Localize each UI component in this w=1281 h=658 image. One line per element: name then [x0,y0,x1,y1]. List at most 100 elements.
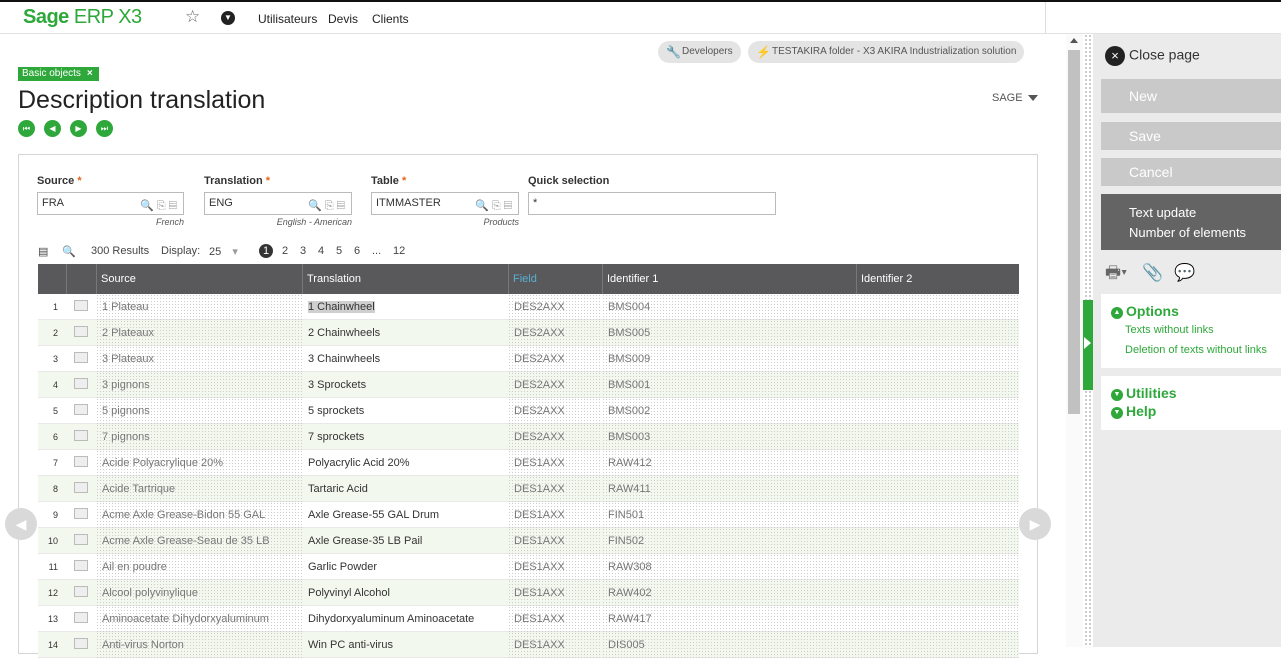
row-detail-icon[interactable] [74,482,88,493]
cell-translation[interactable]: Polyvinyl Alcohol [308,587,390,599]
table-row[interactable]: 1 1 Plateau 1 Chainwheel DES2AXX BMS004 [38,294,1019,320]
col-identifier-1[interactable]: Identifier 1 [607,273,658,285]
prev-page-arrow[interactable]: ◀ [5,508,37,540]
basic-objects-tag[interactable]: Basic objects × [18,67,99,81]
previous-record-button[interactable]: ◀ [44,120,61,137]
number-of-elements-button[interactable]: Number of elements [1129,223,1281,243]
row-detail-icon[interactable] [74,430,88,441]
table-row[interactable]: 11 Ail en poudre Garlic Powder DES1AXX RAW30… [38,554,1019,580]
cell-translation[interactable]: Win PC anti-virus [308,639,393,651]
cell-translation[interactable]: Tartaric Acid [308,483,368,495]
cell-translation[interactable]: 1 Chainwheel [308,301,375,313]
first-record-button[interactable]: ⏮ [18,120,35,137]
table-row[interactable]: 8 Acide Tartrique Tartaric Acid DES1AXX RAW4… [38,476,1019,502]
star-icon[interactable]: ☆ [185,7,200,27]
quick-selection-input[interactable]: * [528,192,776,215]
nav-clients[interactable]: Clients [372,12,409,26]
next-record-button[interactable]: ▶ [70,120,87,137]
cell-translation[interactable]: Axle Grease-35 LB Pail [308,535,422,547]
attachment-icon[interactable]: 📎 [1142,263,1163,282]
options-header[interactable]: ▲ Options [1111,302,1273,320]
close-page-button[interactable]: × Close page [1105,46,1200,66]
collapse-panel-toggle[interactable] [1083,300,1093,390]
print-icon[interactable]: 🖶▾ [1105,263,1127,282]
deletion-texts-link[interactable]: Deletion of texts without links [1125,340,1273,360]
utilities-header[interactable]: ▼ Utilities [1111,384,1273,402]
table-input[interactable]: ITMMASTER 🔍⎘▤ [371,192,519,215]
row-detail-icon[interactable] [74,404,88,415]
col-field[interactable]: Field [513,273,537,285]
table-row[interactable]: 4 3 pignons 3 Sprockets DES2AXX BMS001 [38,372,1019,398]
cell-translation[interactable]: 3 Sprockets [308,379,366,391]
scroll-thumb[interactable] [1068,50,1080,414]
table-row[interactable]: 10 Acme Axle Grease-Seau de 35 LB Axle Gre… [38,528,1019,554]
page-12[interactable]: 12 [393,245,405,257]
source-input[interactable]: FRA 🔍⎘▤ [37,192,184,215]
cancel-button[interactable]: Cancel [1101,158,1281,186]
page-3[interactable]: 3 [300,245,306,257]
table-row[interactable]: 3 3 Plateaux 3 Chainwheels DES2AXX BMS009 [38,346,1019,372]
cell-translation[interactable]: 7 sprockets [308,431,364,443]
nav-devis[interactable]: Devis [328,12,358,26]
col-source[interactable]: Source [101,273,136,285]
page-4[interactable]: 4 [318,245,324,257]
cell-translation[interactable]: 2 Chainwheels [308,327,380,339]
cell-translation[interactable]: Dihydorxyaluminum Aminoacetate [308,613,474,625]
row-detail-icon[interactable] [74,300,88,311]
row-detail-icon[interactable] [74,534,88,545]
sage-logo[interactable]: Sage ERP X3 [23,6,142,29]
page-5[interactable]: 5 [336,245,342,257]
card-view-icon[interactable]: ▤ [38,245,48,258]
table-row[interactable]: 5 5 pignons 5 sprockets DES2AXX BMS002 [38,398,1019,424]
cell-translation[interactable]: Garlic Powder [308,561,377,573]
display-select[interactable]: 25 ▾ [209,245,238,258]
save-button[interactable]: Save [1101,122,1281,150]
table-row[interactable]: 9 Acme Axle Grease-Bidon 55 GAL Axle Greas… [38,502,1019,528]
nav-utilisateurs[interactable]: Utilisateurs [258,12,317,26]
table-row[interactable]: 6 7 pignons 7 sprockets DES2AXX BMS003 [38,424,1019,450]
text-update-button[interactable]: Text update [1129,203,1281,223]
comment-icon[interactable]: 💬 [1174,263,1195,282]
page-2[interactable]: 2 [282,245,288,257]
cell-translation[interactable]: 5 sprockets [308,405,364,417]
row-detail-icon[interactable] [74,378,88,389]
table-row[interactable]: 7 Acide Polyacrylique 20% Polyacrylic Acid… [38,450,1019,476]
col-translation[interactable]: Translation [307,273,361,285]
col-identifier-2[interactable]: Identifier 2 [861,273,912,285]
cell-translation[interactable]: Polyacrylic Acid 20% [308,457,410,469]
row-detail-icon[interactable] [74,638,88,649]
row-detail-icon[interactable] [74,586,88,597]
page-1[interactable]: 1 [259,244,273,258]
table-row[interactable]: 2 2 Plateaux 2 Chainwheels DES2AXX BMS005 [38,320,1019,346]
row-detail-icon[interactable] [74,560,88,571]
next-page-arrow[interactable]: ▶ [1019,508,1051,540]
developers-pill[interactable]: 🔧 Developers [658,41,741,63]
table-row[interactable]: 13 Aminoacetate Dihydorxyaluminum Dihydorx… [38,606,1019,632]
row-detail-icon[interactable] [74,456,88,467]
cell-translation[interactable]: 3 Chainwheels [308,353,380,365]
table-row[interactable]: 12 Alcool polyvinylique Polyvinyl Alcohol D… [38,580,1019,606]
row-detail-icon[interactable] [74,352,88,363]
help-header[interactable]: ▼ Help [1111,402,1273,420]
scroll-up-icon[interactable] [1070,38,1078,43]
sage-menu[interactable]: SAGE [992,92,1038,104]
table-row[interactable]: 14 Anti-virus Norton Win PC anti-virus DES1… [38,632,1019,658]
chevron-down-icon[interactable]: ▼ [221,11,235,25]
scrollbar[interactable] [1066,34,1083,647]
last-record-button[interactable]: ⏭ [96,120,113,137]
field-tools-icon[interactable]: 🔍⎘▤ [308,196,348,217]
folder-pill[interactable]: ⚡ TESTAKIRA folder - X3 AKIRA Industriali… [748,41,1025,63]
row-detail-icon[interactable] [74,508,88,519]
row-detail-icon[interactable] [74,326,88,337]
field-tools-icon[interactable]: 🔍⎘▤ [475,196,515,217]
close-icon[interactable]: × [87,68,93,79]
translation-input[interactable]: ENG 🔍⎘▤ [204,192,352,215]
page-6[interactable]: 6 [354,245,360,257]
field-tools-icon[interactable]: 🔍⎘▤ [140,196,180,217]
texts-without-links-link[interactable]: Texts without links [1125,320,1273,340]
row-detail-icon[interactable] [74,612,88,623]
search-icon[interactable]: 🔍 [62,245,76,258]
new-button[interactable]: New [1101,79,1281,113]
cell-identifier-1: BMS004 [608,301,651,313]
cell-translation[interactable]: Axle Grease-55 GAL Drum [308,509,439,521]
